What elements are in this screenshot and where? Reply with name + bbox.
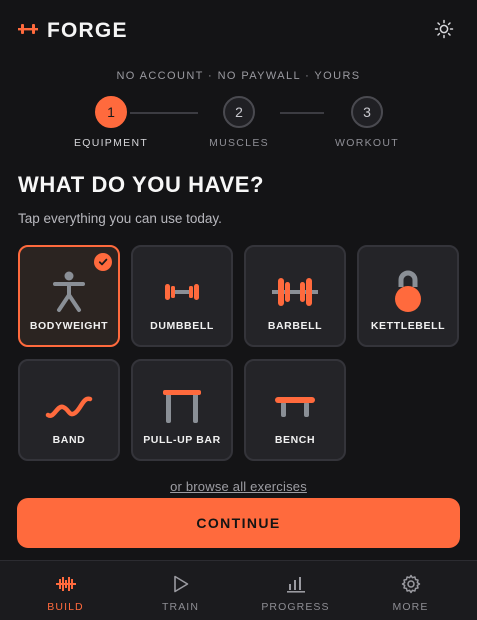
dumbbell-logo-icon	[18, 22, 38, 40]
tab-label: TRAIN	[162, 601, 199, 613]
tab-label: PROGRESS	[261, 601, 330, 613]
browse-all-exercises-link[interactable]: or browse all exercises	[0, 479, 477, 494]
tab-progress[interactable]: PROGRESS	[236, 561, 355, 620]
step-number: 3	[351, 96, 383, 128]
step-number: 2	[223, 96, 255, 128]
equipment-label: PULL-UP BAR	[143, 434, 221, 446]
tab-label: BUILD	[47, 601, 84, 613]
step-label: EQUIPMENT	[73, 137, 149, 149]
equipment-label: DUMBBELL	[150, 320, 214, 332]
equipment-card-bodyweight[interactable]: BODYWEIGHT	[18, 245, 120, 347]
page-title: WHAT DO YOU HAVE?	[18, 172, 265, 197]
tab-more[interactable]: MORE	[351, 561, 470, 620]
person-icon	[52, 261, 86, 323]
dumbbell-icon	[164, 261, 200, 323]
equipment-label: BARBELL	[267, 320, 323, 332]
app-header: FORGE	[0, 0, 477, 62]
progress-stepper: 1 EQUIPMENT 2 MUSCLES 3 WORKOUT	[0, 96, 477, 152]
bar-chart-icon	[236, 572, 355, 596]
step-number: 1	[95, 96, 127, 128]
equipment-card-bench[interactable]: BENCH	[244, 359, 346, 461]
play-icon	[121, 572, 240, 596]
equipment-card-dumbbell[interactable]: DUMBBELL	[131, 245, 233, 347]
tab-train[interactable]: TRAIN	[121, 561, 240, 620]
bench-icon	[274, 375, 316, 437]
tagline: NO ACCOUNT · NO PAYWALL · YOURS	[116, 70, 361, 82]
step-equipment[interactable]: 1 EQUIPMENT	[61, 96, 161, 149]
continue-button[interactable]: CONTINUE	[17, 498, 460, 548]
checkmark-icon	[94, 253, 112, 271]
theme-toggle-button[interactable]	[431, 18, 457, 44]
build-icon	[6, 572, 125, 596]
kettlebell-icon	[392, 261, 424, 323]
step-label: WORKOUT	[335, 137, 399, 149]
equipment-label: KETTLEBELL	[370, 320, 446, 332]
equipment-card-band[interactable]: BAND	[18, 359, 120, 461]
sun-icon	[434, 19, 454, 44]
page-subtitle: Tap everything you can use today.	[18, 211, 222, 226]
equipment-card-pullup-bar[interactable]: PULL-UP BAR	[131, 359, 233, 461]
bottom-tab-bar: BUILD TRAIN PROGRESS MORE	[0, 560, 477, 620]
gear-icon	[351, 572, 470, 596]
app-name: FORGE	[47, 19, 128, 42]
step-label: MUSCLES	[209, 137, 269, 149]
step-muscles[interactable]: 2 MUSCLES	[189, 96, 289, 149]
brand: FORGE	[18, 19, 128, 43]
equipment-label: BENCH	[274, 434, 316, 446]
band-icon	[45, 375, 93, 437]
equipment-label: BAND	[52, 434, 86, 446]
step-workout[interactable]: 3 WORKOUT	[317, 96, 417, 149]
equipment-card-kettlebell[interactable]: KETTLEBELL	[357, 245, 459, 347]
equipment-label: BODYWEIGHT	[29, 320, 109, 332]
tab-label: MORE	[392, 601, 429, 613]
pullup-bar-icon	[162, 375, 202, 437]
equipment-card-barbell[interactable]: BARBELL	[244, 245, 346, 347]
barbell-icon	[271, 261, 319, 323]
tab-build[interactable]: BUILD	[6, 561, 125, 620]
